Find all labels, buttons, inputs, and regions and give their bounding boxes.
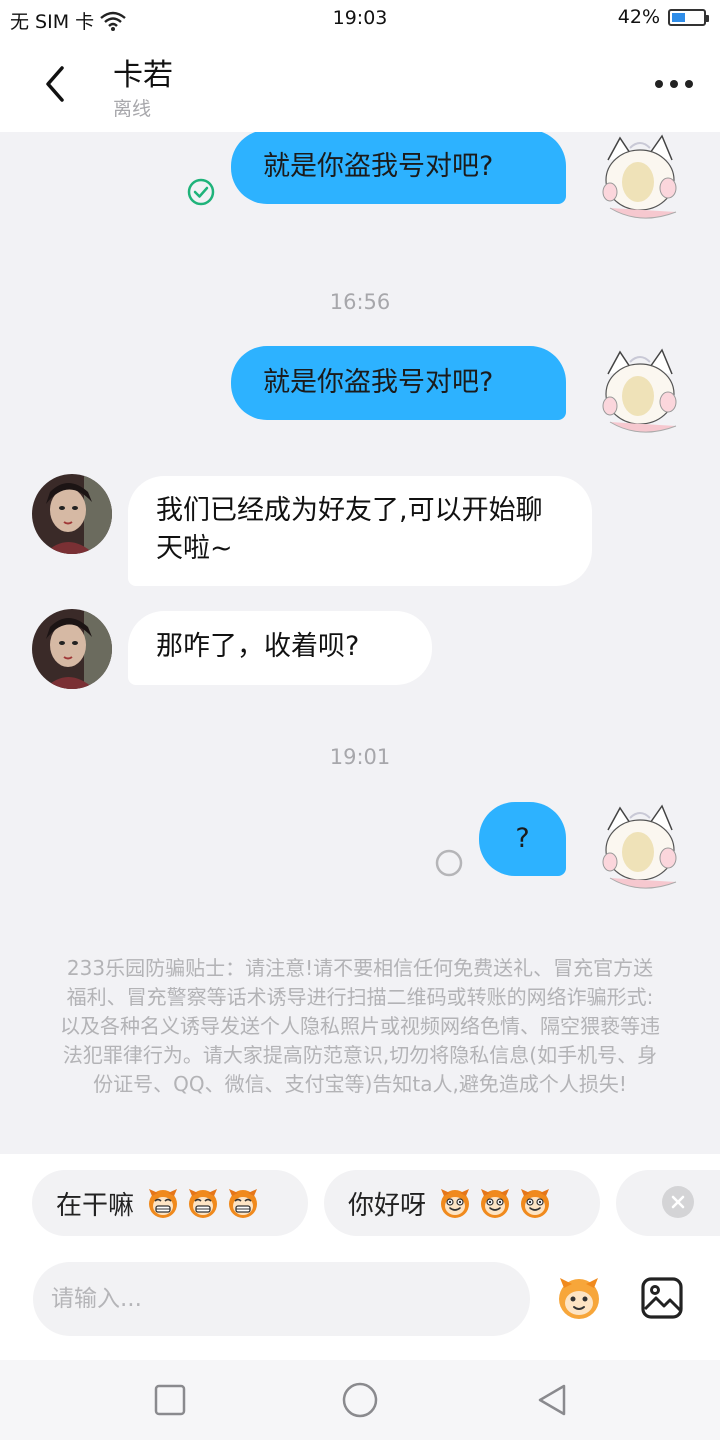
- contact-avatar-icon: [32, 609, 112, 689]
- chat-header: 卡若 离线: [0, 36, 720, 132]
- image-button[interactable]: [640, 1276, 684, 1320]
- monkey-emoji-icon: [229, 1189, 258, 1218]
- contact-status: 离线: [113, 98, 152, 120]
- cat-avatar-icon: [602, 348, 677, 433]
- quick-reply-bar: 在干嘛 你好呀: [0, 1154, 720, 1264]
- self-avatar[interactable]: [590, 344, 690, 444]
- contact-avatar[interactable]: [32, 609, 112, 689]
- quick-reply-chip[interactable]: 在干嘛: [32, 1170, 308, 1236]
- more-dot: [670, 80, 678, 88]
- quick-reply-text: 在干嘛: [56, 1190, 135, 1221]
- self-avatar[interactable]: [590, 132, 690, 230]
- contact-avatar-icon: [32, 474, 112, 554]
- message-text: 我们已经成为好友了,可以开始聊天啦~: [156, 495, 543, 564]
- monkey-emoji-icon: [149, 1189, 178, 1218]
- outgoing-message[interactable]: 就是你盗我号对吧?: [231, 132, 566, 204]
- message-text: ?: [515, 823, 530, 854]
- chat-area[interactable]: 就是你盗我号对吧? 16:56 就是你盗我号对吧? 我们已经成为好友了,可以开始…: [0, 132, 720, 1154]
- recent-apps-button[interactable]: [152, 1382, 188, 1418]
- more-dot: [685, 80, 693, 88]
- quick-reply-close-button[interactable]: [662, 1186, 694, 1218]
- image-icon: [641, 1277, 683, 1319]
- pending-circle-icon: [435, 849, 463, 877]
- message-text: 就是你盗我号对吧?: [263, 151, 494, 182]
- status-bar: 无 SIM 卡 19:03 42%: [0, 0, 720, 36]
- monkey-emoji-group: [438, 1186, 552, 1220]
- outgoing-message[interactable]: ?: [479, 802, 566, 876]
- monkey-emoji-icon: [189, 1189, 218, 1218]
- timestamp: 16:56: [329, 290, 391, 314]
- monkey-emoji-icon: [481, 1189, 510, 1218]
- contact-name: 卡若: [113, 58, 173, 93]
- quick-reply-chip[interactable]: 你好呀: [324, 1170, 600, 1236]
- monkey-emoji-icon: [441, 1189, 470, 1218]
- more-options-button[interactable]: [652, 72, 696, 96]
- message-text: 那咋了，收着呗?: [156, 631, 360, 662]
- nav-triangle-icon: [538, 1384, 566, 1416]
- incoming-message[interactable]: 那咋了，收着呗?: [128, 611, 432, 685]
- cat-avatar-icon: [602, 804, 677, 889]
- monkey-emoji-icon: [521, 1189, 550, 1218]
- nav-circle-icon: [342, 1382, 378, 1418]
- input-bar: [0, 1250, 720, 1360]
- status-right: 42%: [617, 6, 709, 28]
- self-avatar[interactable]: [590, 800, 690, 900]
- battery-percent: 42%: [617, 6, 660, 28]
- battery-icon: [668, 8, 709, 26]
- timestamp: 19:01: [329, 745, 391, 769]
- status-time: 19:03: [332, 7, 388, 29]
- contact-avatar[interactable]: [32, 474, 112, 554]
- back-button[interactable]: [36, 62, 76, 106]
- system-back-button[interactable]: [534, 1382, 570, 1418]
- incoming-message[interactable]: 我们已经成为好友了,可以开始聊天啦~: [128, 476, 592, 586]
- nav-square-icon: [154, 1384, 186, 1416]
- check-circle-icon: [187, 178, 215, 206]
- message-text: 就是你盗我号对吧?: [263, 367, 494, 398]
- system-nav-bar: [0, 1360, 720, 1440]
- message-input[interactable]: [33, 1262, 530, 1336]
- home-button[interactable]: [340, 1380, 380, 1420]
- cat-avatar-icon: [602, 134, 677, 219]
- back-arrow-icon: [46, 66, 64, 102]
- emoji-button[interactable]: [554, 1272, 604, 1322]
- close-icon: [671, 1195, 685, 1209]
- more-dots-icon: [655, 80, 663, 88]
- monkey-emoji-group: [146, 1186, 260, 1220]
- battery-fill: [672, 12, 685, 22]
- safety-tip: 233乐园防骗贴士：请注意!请不要相信任何免费送礼、冒充官方送福利、冒充警察等话…: [60, 956, 660, 1096]
- quick-reply-text: 你好呀: [348, 1190, 427, 1221]
- outgoing-message[interactable]: 就是你盗我号对吧?: [231, 346, 566, 420]
- emoji-monkey-icon: [559, 1278, 599, 1319]
